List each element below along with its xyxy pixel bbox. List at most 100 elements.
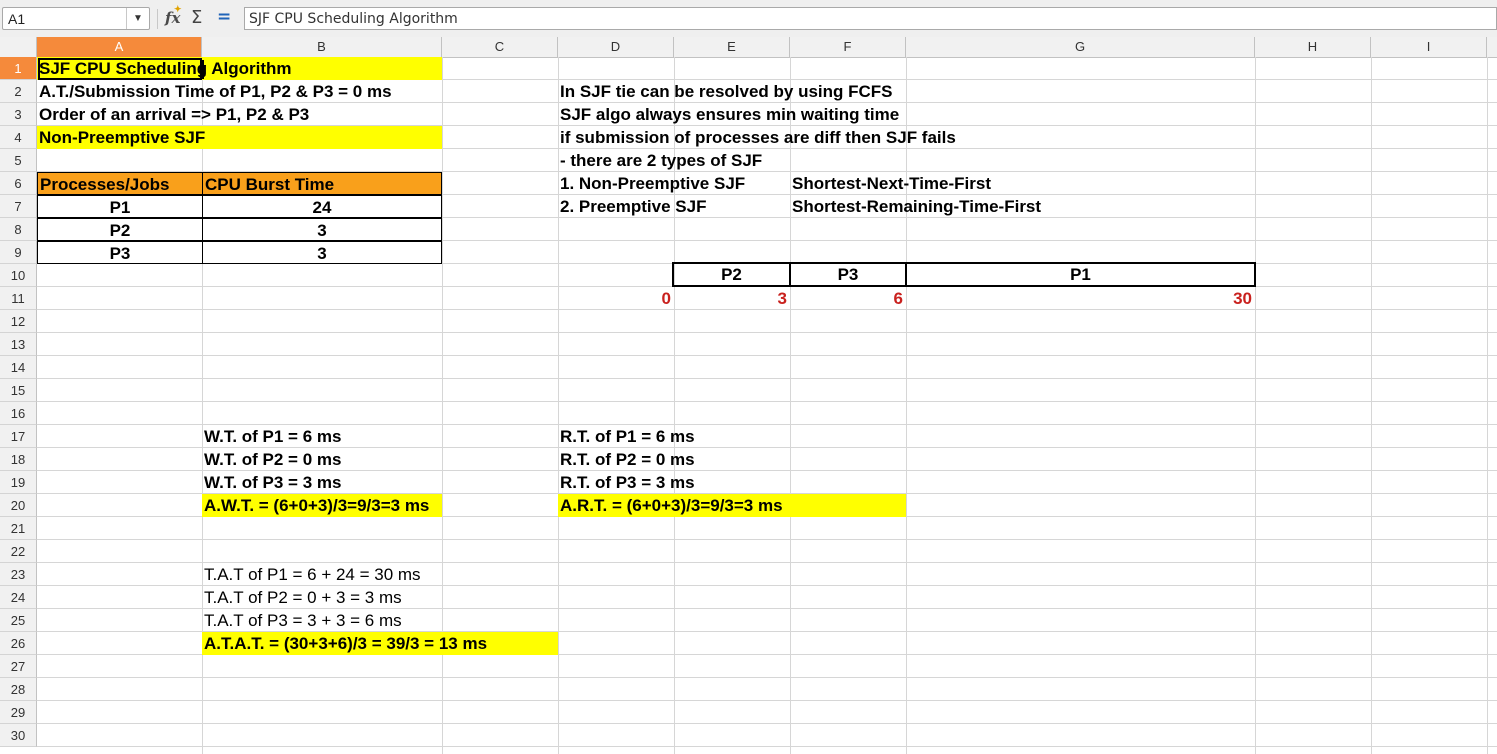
row-header-14[interactable]: 14: [0, 356, 37, 379]
row-header-27[interactable]: 27: [0, 655, 37, 678]
cell-a8[interactable]: P2: [37, 218, 203, 241]
column-header-a[interactable]: A: [37, 37, 202, 57]
cell-b20[interactable]: A.W.T. = (6+0+3)/3=9/3=3 ms: [202, 494, 442, 517]
row-header-21[interactable]: 21: [0, 517, 37, 540]
grid-row-line: [37, 378, 1497, 379]
text-cursor: [202, 60, 204, 79]
cell-a4[interactable]: Non-Preemptive SJF: [37, 126, 442, 149]
column-header-b[interactable]: B: [202, 37, 442, 57]
name-box-value: A1: [8, 11, 26, 27]
cell-b26[interactable]: A.T.A.T. = (30+3+6)/3 = 39/3 = 13 ms: [202, 632, 558, 655]
row-header-9[interactable]: 9: [0, 241, 37, 264]
gantt-block-p2[interactable]: P2: [672, 262, 791, 287]
row-header-1[interactable]: 1: [0, 57, 37, 80]
cell-a6[interactable]: Processes/Jobs: [37, 172, 203, 195]
cell-d4[interactable]: if submission of processes are diff then…: [558, 126, 1158, 149]
grid-column-line: [1487, 57, 1488, 754]
grid-column-line: [906, 57, 907, 754]
cell-b23[interactable]: T.A.T of P1 = 6 + 24 = 30 ms: [202, 563, 558, 586]
cell-f6[interactable]: Shortest-Next-Time-First: [790, 172, 1190, 195]
toolbar-separator: [157, 9, 158, 29]
grid-row-line: [37, 355, 1497, 356]
grid-column-line: [1371, 57, 1372, 754]
row-header-11[interactable]: 11: [0, 287, 37, 310]
row-header-23[interactable]: 23: [0, 563, 37, 586]
cell-b24[interactable]: T.A.T of P2 = 0 + 3 = 3 ms: [202, 586, 558, 609]
row-header-8[interactable]: 8: [0, 218, 37, 241]
row-header-22[interactable]: 22: [0, 540, 37, 563]
cell-b18[interactable]: W.T. of P2 = 0 ms: [202, 448, 558, 471]
grid-row-line: [37, 677, 1497, 678]
row-header-29[interactable]: 29: [0, 701, 37, 724]
column-header-h[interactable]: H: [1255, 37, 1371, 57]
column-header-bar: A B C D E F G H I: [0, 37, 1497, 58]
cell-b17[interactable]: W.T. of P1 = 6 ms: [202, 425, 558, 448]
function-wizard-icon[interactable]: fx ✦: [165, 5, 182, 27]
row-header-20[interactable]: 20: [0, 494, 37, 517]
grid-row-line: [37, 700, 1497, 701]
name-box[interactable]: A1 ▼: [2, 7, 150, 30]
grid-row-line: [37, 723, 1497, 724]
cell-d19[interactable]: R.T. of P3 = 3 ms: [558, 471, 906, 494]
row-header-10[interactable]: 10: [0, 264, 37, 287]
cell-d20[interactable]: A.R.T. = (6+0+3)/3=9/3=3 ms: [558, 494, 906, 517]
cell-a3[interactable]: Order of an arrival => P1, P2 & P3: [37, 103, 442, 126]
sum-icon[interactable]: Σ: [191, 7, 202, 28]
cell-b25[interactable]: T.A.T of P3 = 3 + 3 = 6 ms: [202, 609, 558, 632]
gantt-time-0[interactable]: 0: [558, 287, 674, 310]
row-header-17[interactable]: 17: [0, 425, 37, 448]
row-header-16[interactable]: 16: [0, 402, 37, 425]
grid-row-line: [37, 332, 1497, 333]
gantt-time-30[interactable]: 30: [906, 287, 1255, 310]
equals-icon[interactable]: =: [217, 7, 231, 27]
row-header-3[interactable]: 3: [0, 103, 37, 126]
column-header-e[interactable]: E: [674, 37, 790, 57]
formula-input[interactable]: SJF CPU Scheduling Algorithm: [244, 7, 1497, 30]
row-header-24[interactable]: 24: [0, 586, 37, 609]
grid-row-line: [37, 539, 1497, 540]
cell-b8[interactable]: 3: [202, 218, 442, 241]
row-header-30[interactable]: 30: [0, 724, 37, 747]
gantt-time-3[interactable]: 3: [674, 287, 790, 310]
cell-d6[interactable]: 1. Non-Preemptive SJF: [558, 172, 790, 195]
column-header-g[interactable]: G: [906, 37, 1255, 57]
row-header-18[interactable]: 18: [0, 448, 37, 471]
row-header-13[interactable]: 13: [0, 333, 37, 356]
gantt-block-p3[interactable]: P3: [789, 262, 907, 287]
cell-d18[interactable]: R.T. of P2 = 0 ms: [558, 448, 906, 471]
cell-b19[interactable]: W.T. of P3 = 3 ms: [202, 471, 558, 494]
select-all-corner[interactable]: [0, 37, 37, 57]
column-header-f[interactable]: F: [790, 37, 906, 57]
grid-column-line: [1255, 57, 1256, 754]
column-header-d[interactable]: D: [558, 37, 674, 57]
row-header-28[interactable]: 28: [0, 678, 37, 701]
column-header-c[interactable]: C: [442, 37, 558, 57]
cell-d7[interactable]: 2. Preemptive SJF: [558, 195, 790, 218]
gantt-time-6[interactable]: 6: [790, 287, 906, 310]
row-header-25[interactable]: 25: [0, 609, 37, 632]
row-header-26[interactable]: 26: [0, 632, 37, 655]
chevron-down-icon[interactable]: ▼: [126, 8, 149, 29]
cell-b9[interactable]: 3: [202, 241, 442, 264]
cell-d2[interactable]: In SJF tie can be resolved by using FCFS: [558, 80, 1158, 103]
row-header-12[interactable]: 12: [0, 310, 37, 333]
cell-b7[interactable]: 24: [202, 195, 442, 218]
cell-f7[interactable]: Shortest-Remaining-Time-First: [790, 195, 1190, 218]
column-header-i[interactable]: I: [1371, 37, 1487, 57]
gantt-block-p1[interactable]: P1: [905, 262, 1256, 287]
cell-a1[interactable]: SJF CPU Scheduling Algorithm: [37, 57, 442, 80]
cell-a9[interactable]: P3: [37, 241, 203, 264]
row-header-7[interactable]: 7: [0, 195, 37, 218]
cell-d17[interactable]: R.T. of P1 = 6 ms: [558, 425, 906, 448]
row-header-5[interactable]: 5: [0, 149, 37, 172]
cell-b6[interactable]: CPU Burst Time: [202, 172, 442, 195]
cell-d5[interactable]: - there are 2 types of SJF: [558, 149, 858, 172]
row-header-6[interactable]: 6: [0, 172, 37, 195]
cell-a7[interactable]: P1: [37, 195, 203, 218]
row-header-15[interactable]: 15: [0, 379, 37, 402]
cell-a2[interactable]: A.T./Submission Time of P1, P2 & P3 = 0 …: [37, 80, 442, 103]
row-header-2[interactable]: 2: [0, 80, 37, 103]
row-header-19[interactable]: 19: [0, 471, 37, 494]
row-header-4[interactable]: 4: [0, 126, 37, 149]
cell-d3[interactable]: SJF algo always ensures min waiting time: [558, 103, 1158, 126]
